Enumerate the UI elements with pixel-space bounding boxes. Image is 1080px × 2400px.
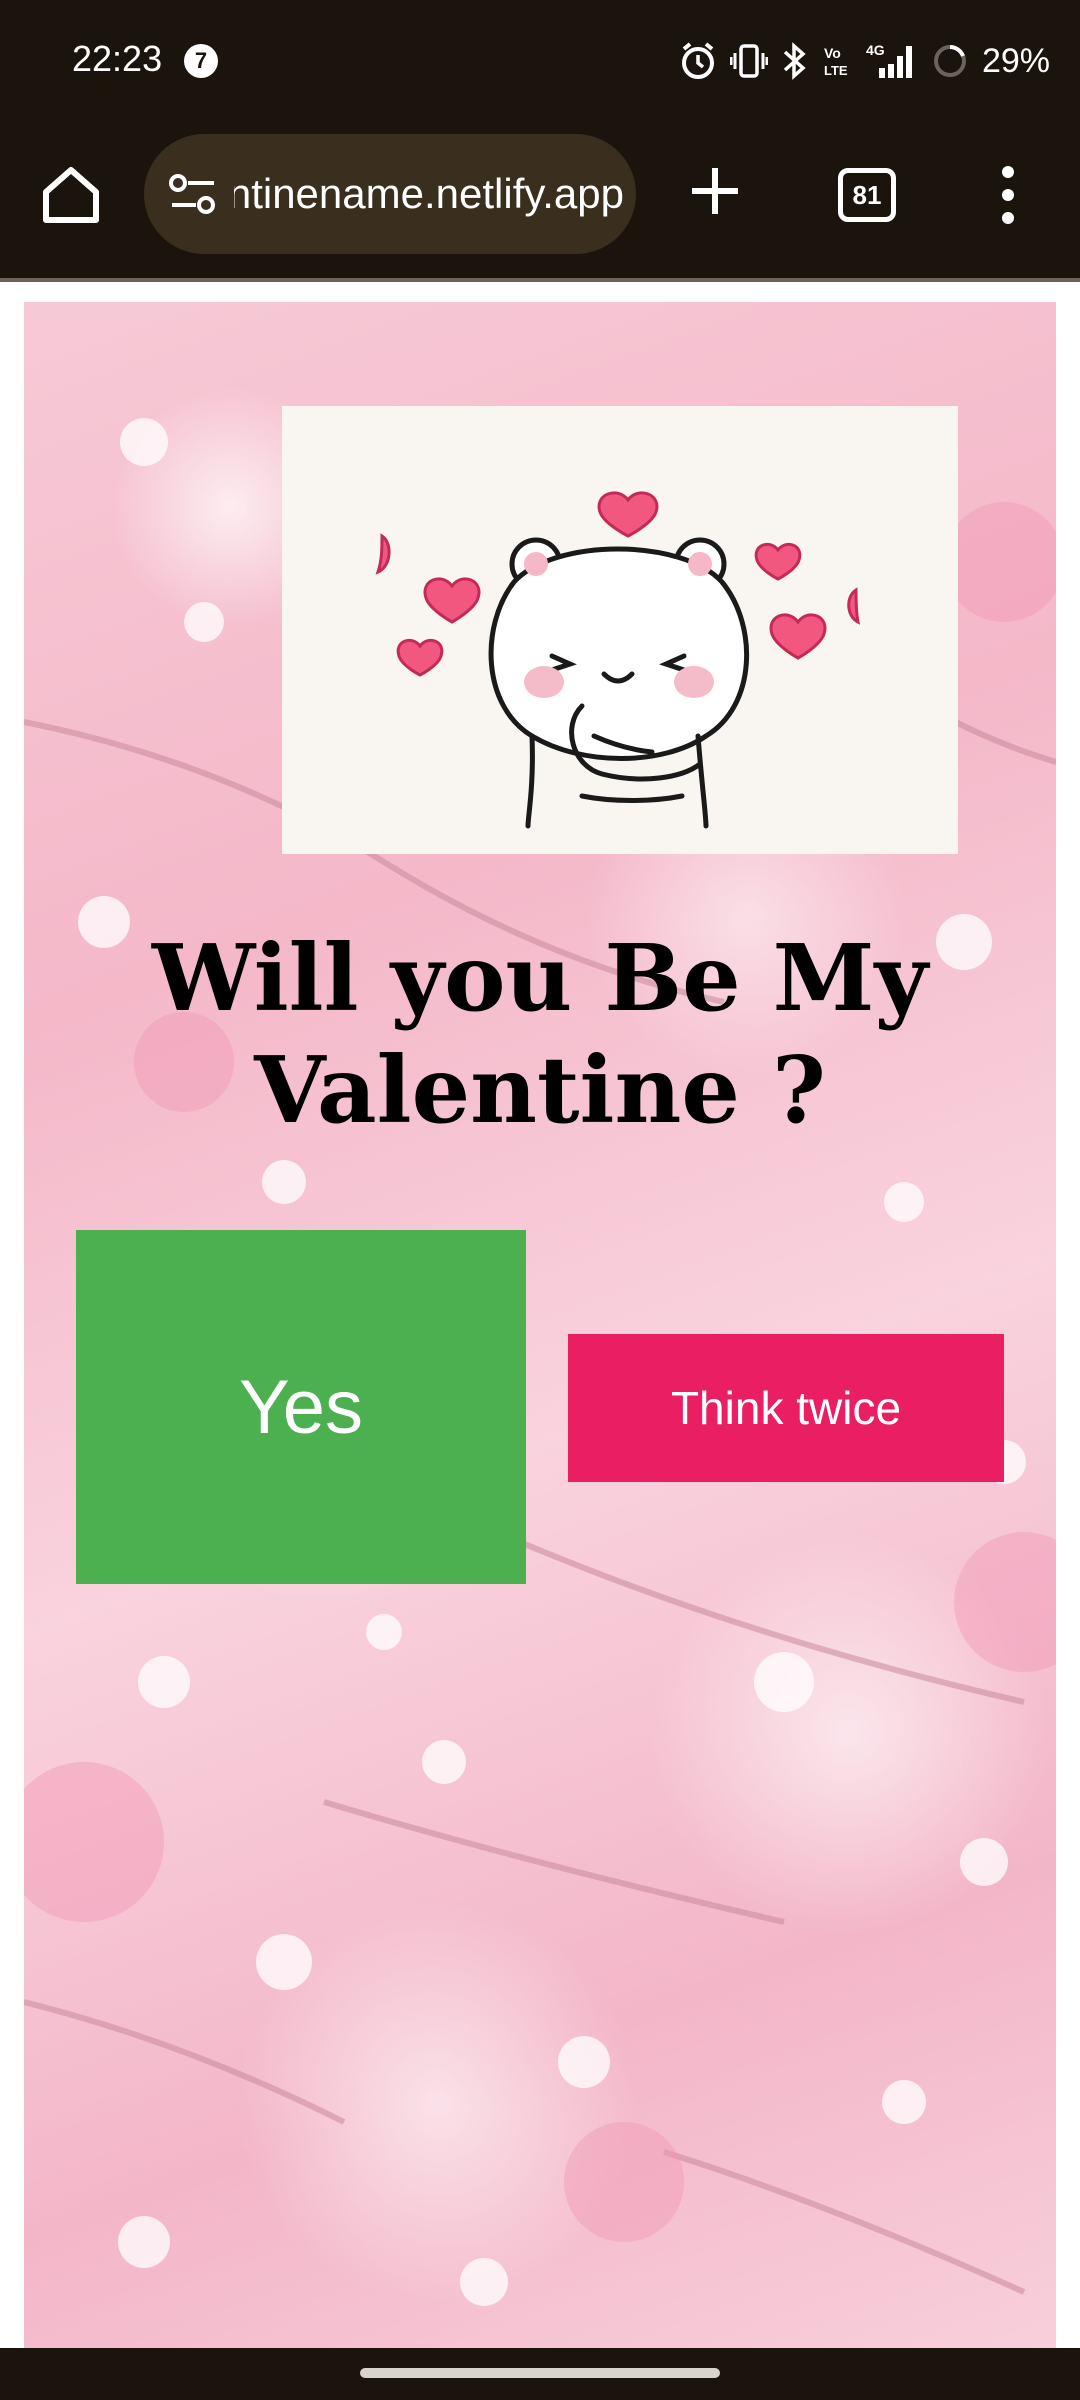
notification-count-badge: 7 xyxy=(184,44,218,78)
address-bar[interactable]: valentinename.netlify.app xyxy=(144,134,636,254)
status-bar: 22:23 7 Vo LTE 4G 29% xyxy=(0,0,1080,124)
bluetooth-icon xyxy=(783,42,806,80)
status-icons: Vo LTE 4G 29% xyxy=(680,38,1050,84)
yes-button[interactable]: Yes xyxy=(76,1230,526,1584)
overflow-menu-icon[interactable] xyxy=(990,162,1026,228)
battery-percent: 29% xyxy=(981,41,1050,80)
battery-icon xyxy=(933,45,966,77)
think-twice-button[interactable]: Think twice xyxy=(568,1334,1004,1482)
vibrate-icon xyxy=(729,44,768,78)
heart-icon xyxy=(597,491,659,538)
url-text[interactable]: valentinename.netlify.app xyxy=(234,134,624,254)
alarm-icon xyxy=(681,42,714,79)
svg-text:4G: 4G xyxy=(866,42,885,58)
tab-switcher-icon[interactable]: 81 xyxy=(838,168,896,222)
svg-text:LTE: LTE xyxy=(824,63,848,78)
web-content: Will you Be My Valentine ? Yes Think twi… xyxy=(0,282,1080,2348)
bear-illustration xyxy=(282,406,958,854)
browser-toolbar: valentinename.netlify.app 81 xyxy=(0,124,1080,278)
home-icon[interactable] xyxy=(38,162,104,228)
volte-icon: Vo LTE xyxy=(824,45,848,78)
new-tab-icon[interactable] xyxy=(688,164,742,218)
status-time: 22:23 xyxy=(72,38,163,79)
signal-icon: 4G xyxy=(866,42,912,78)
home-gesture-handle[interactable] xyxy=(360,2368,720,2378)
page-title: Will you Be My Valentine ? xyxy=(152,924,928,1144)
svg-text:Vo: Vo xyxy=(824,45,841,61)
gesture-nav-bar xyxy=(0,2348,1080,2400)
site-settings-icon[interactable] xyxy=(168,174,218,214)
